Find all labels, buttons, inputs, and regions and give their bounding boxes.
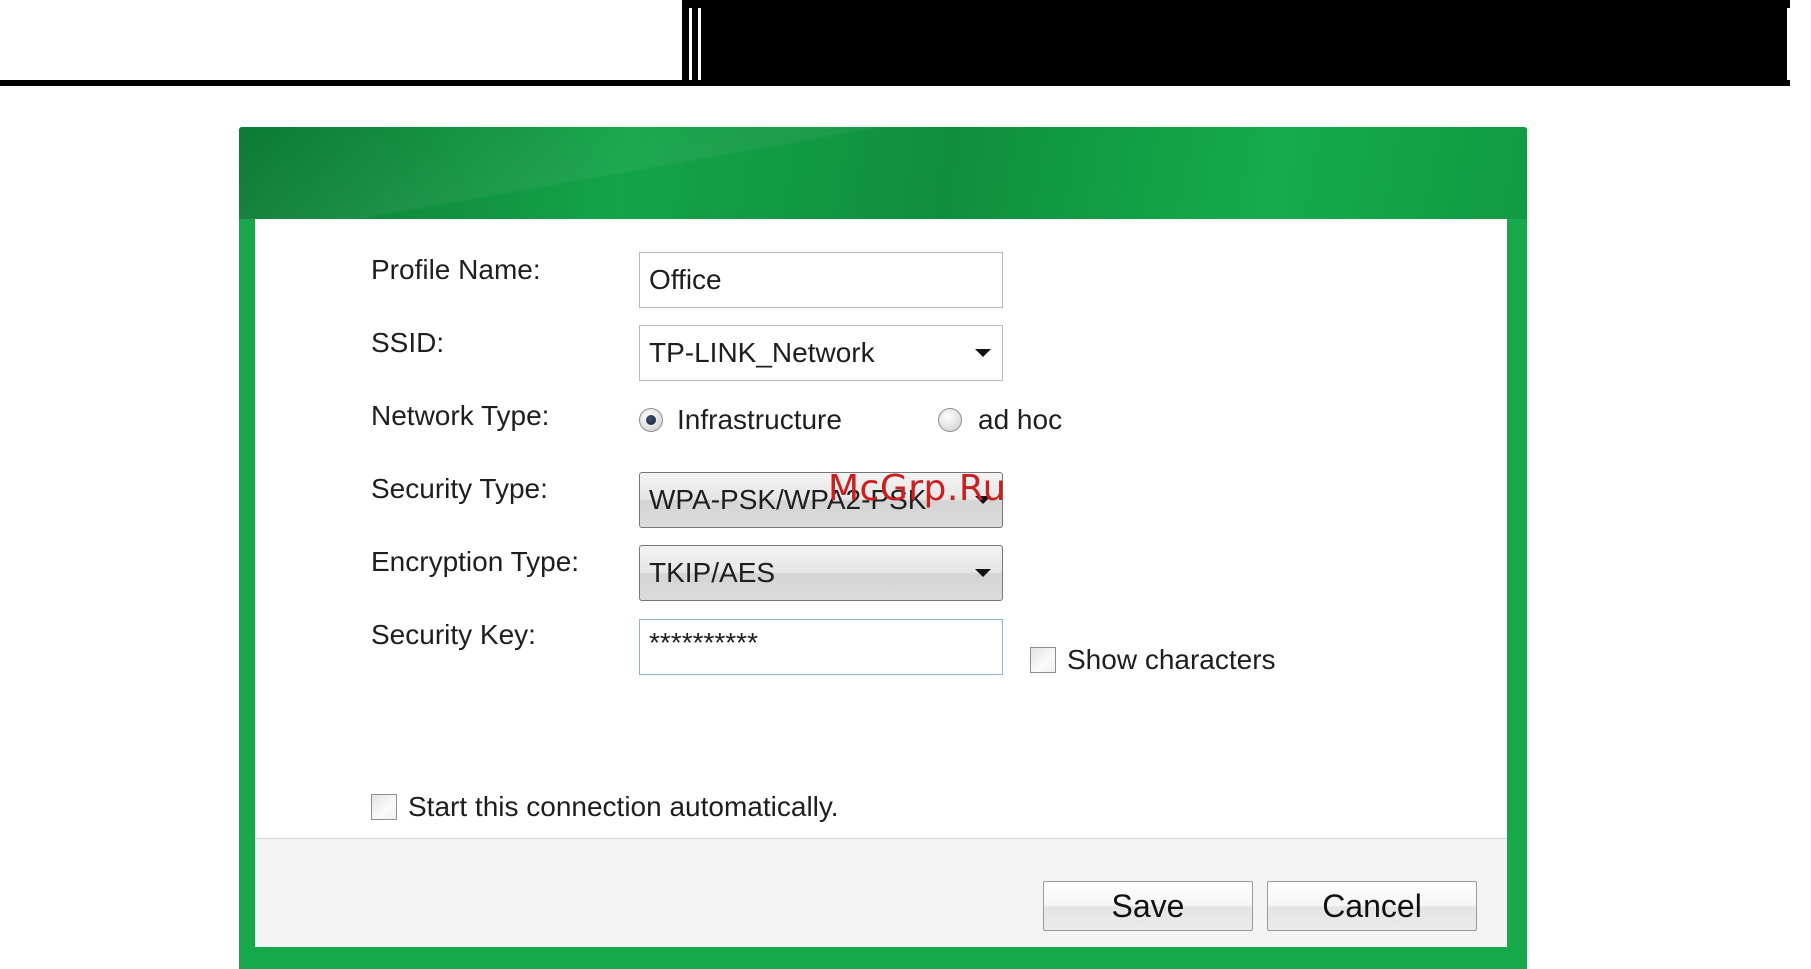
radio-infrastructure-label[interactable]: Infrastructure [677,402,842,438]
security-key-label: Security Key: [371,619,536,650]
network-type-label: Network Type: [371,400,550,431]
cancel-button[interactable]: Cancel [1267,881,1477,931]
auto-connect-label[interactable]: Start this connection automatically. [408,790,839,824]
show-characters-checkbox[interactable] [1030,647,1056,673]
dialog-title-bar [239,127,1527,219]
radio-unchecked-icon[interactable] [938,408,962,432]
dialog-footer: Save Cancel [255,838,1507,947]
ssid-label: SSID: [371,327,445,358]
security-key-input[interactable]: ********** [639,619,1003,675]
save-button[interactable]: Save [1043,881,1253,931]
header-divider-line [698,8,701,80]
dialog-body: Profile Name: Office SSID: TP-LINK_Netwo… [255,219,1507,838]
show-characters-label[interactable]: Show characters [1067,643,1276,677]
page-header-bar [682,0,1790,86]
encryption-type-label: Encryption Type: [371,546,580,577]
auto-connect-checkbox[interactable] [371,794,397,820]
radio-adhoc-label[interactable]: ad hoc [978,402,1062,438]
profile-name-input[interactable]: Office [639,252,1003,308]
encryption-type-value: TKIP/AES [649,557,776,588]
chevron-down-icon [975,569,991,577]
header-divider-line [689,8,692,80]
security-type-label: Security Type: [371,473,548,504]
watermark: McGrp.Ru [828,468,1007,509]
profile-name-label: Profile Name: [371,254,541,285]
ssid-dropdown[interactable]: TP-LINK_Network [639,325,1003,381]
encryption-type-dropdown[interactable]: TKIP/AES [639,545,1003,601]
page-header-rule [0,80,682,86]
header-divider-line [1787,8,1790,80]
security-key-value: ********** [649,627,758,658]
radio-checked-icon[interactable] [639,408,663,432]
profile-name-value: Office [649,264,722,295]
chevron-down-icon [975,349,991,357]
profile-dialog: Profile Name: Office SSID: TP-LINK_Netwo… [239,127,1527,969]
ssid-value: TP-LINK_Network [649,337,875,368]
